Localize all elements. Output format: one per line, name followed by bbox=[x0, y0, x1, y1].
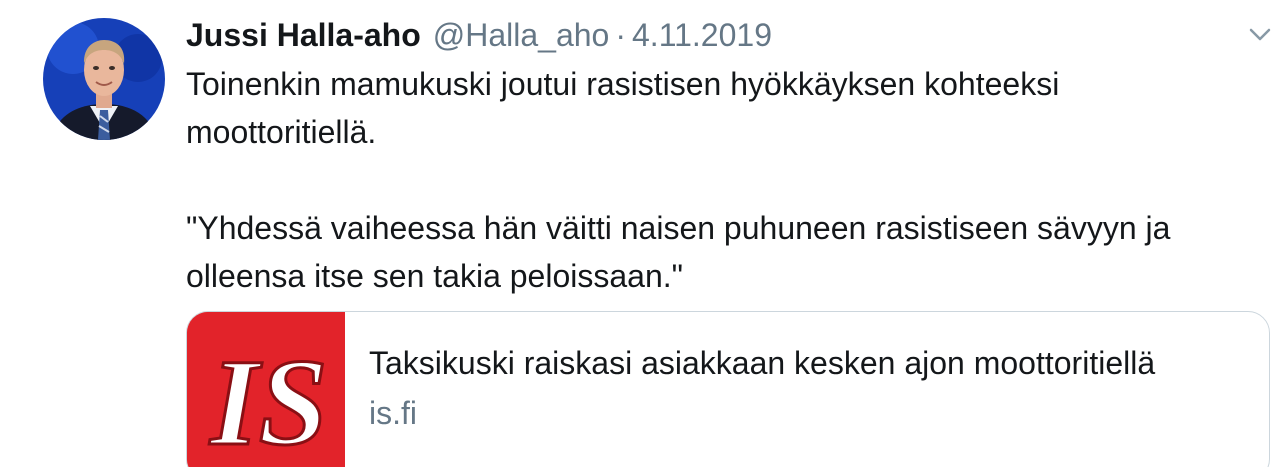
avatar[interactable] bbox=[43, 18, 165, 140]
tweet-paragraph-1: Toinenkin mamukuski joutui rasistisen hy… bbox=[186, 66, 1060, 150]
separator-dot: · bbox=[615, 17, 626, 53]
tweet-text: Toinenkin mamukuski joutui rasistisen hy… bbox=[186, 60, 1256, 300]
author-handle[interactable]: @Halla_aho bbox=[433, 14, 610, 56]
tweet-header: Jussi Halla-aho @Halla_aho · 4.11.2019 bbox=[186, 14, 772, 56]
tweet-date[interactable]: 4.11.2019 bbox=[632, 14, 772, 56]
link-preview-card[interactable]: IS Taksikuski raiskasi asiakkaan kesken … bbox=[186, 311, 1270, 467]
tweet[interactable]: Jussi Halla-aho @Halla_aho · 4.11.2019 T… bbox=[0, 0, 1278, 467]
logo-text: IS bbox=[208, 334, 327, 467]
chevron-down-icon[interactable] bbox=[1248, 24, 1272, 44]
tweet-paragraph-2: "Yhdessä vaiheessa hän väitti naisen puh… bbox=[186, 210, 1171, 294]
author-name[interactable]: Jussi Halla-aho bbox=[186, 14, 421, 56]
is-logo-icon: IS bbox=[187, 312, 345, 467]
profile-photo-icon bbox=[43, 18, 165, 140]
card-thumbnail: IS bbox=[187, 312, 345, 467]
card-domain: is.fi bbox=[369, 395, 417, 431]
card-title[interactable]: Taksikuski raiskasi asiakkaan kesken ajo… bbox=[369, 342, 1155, 384]
